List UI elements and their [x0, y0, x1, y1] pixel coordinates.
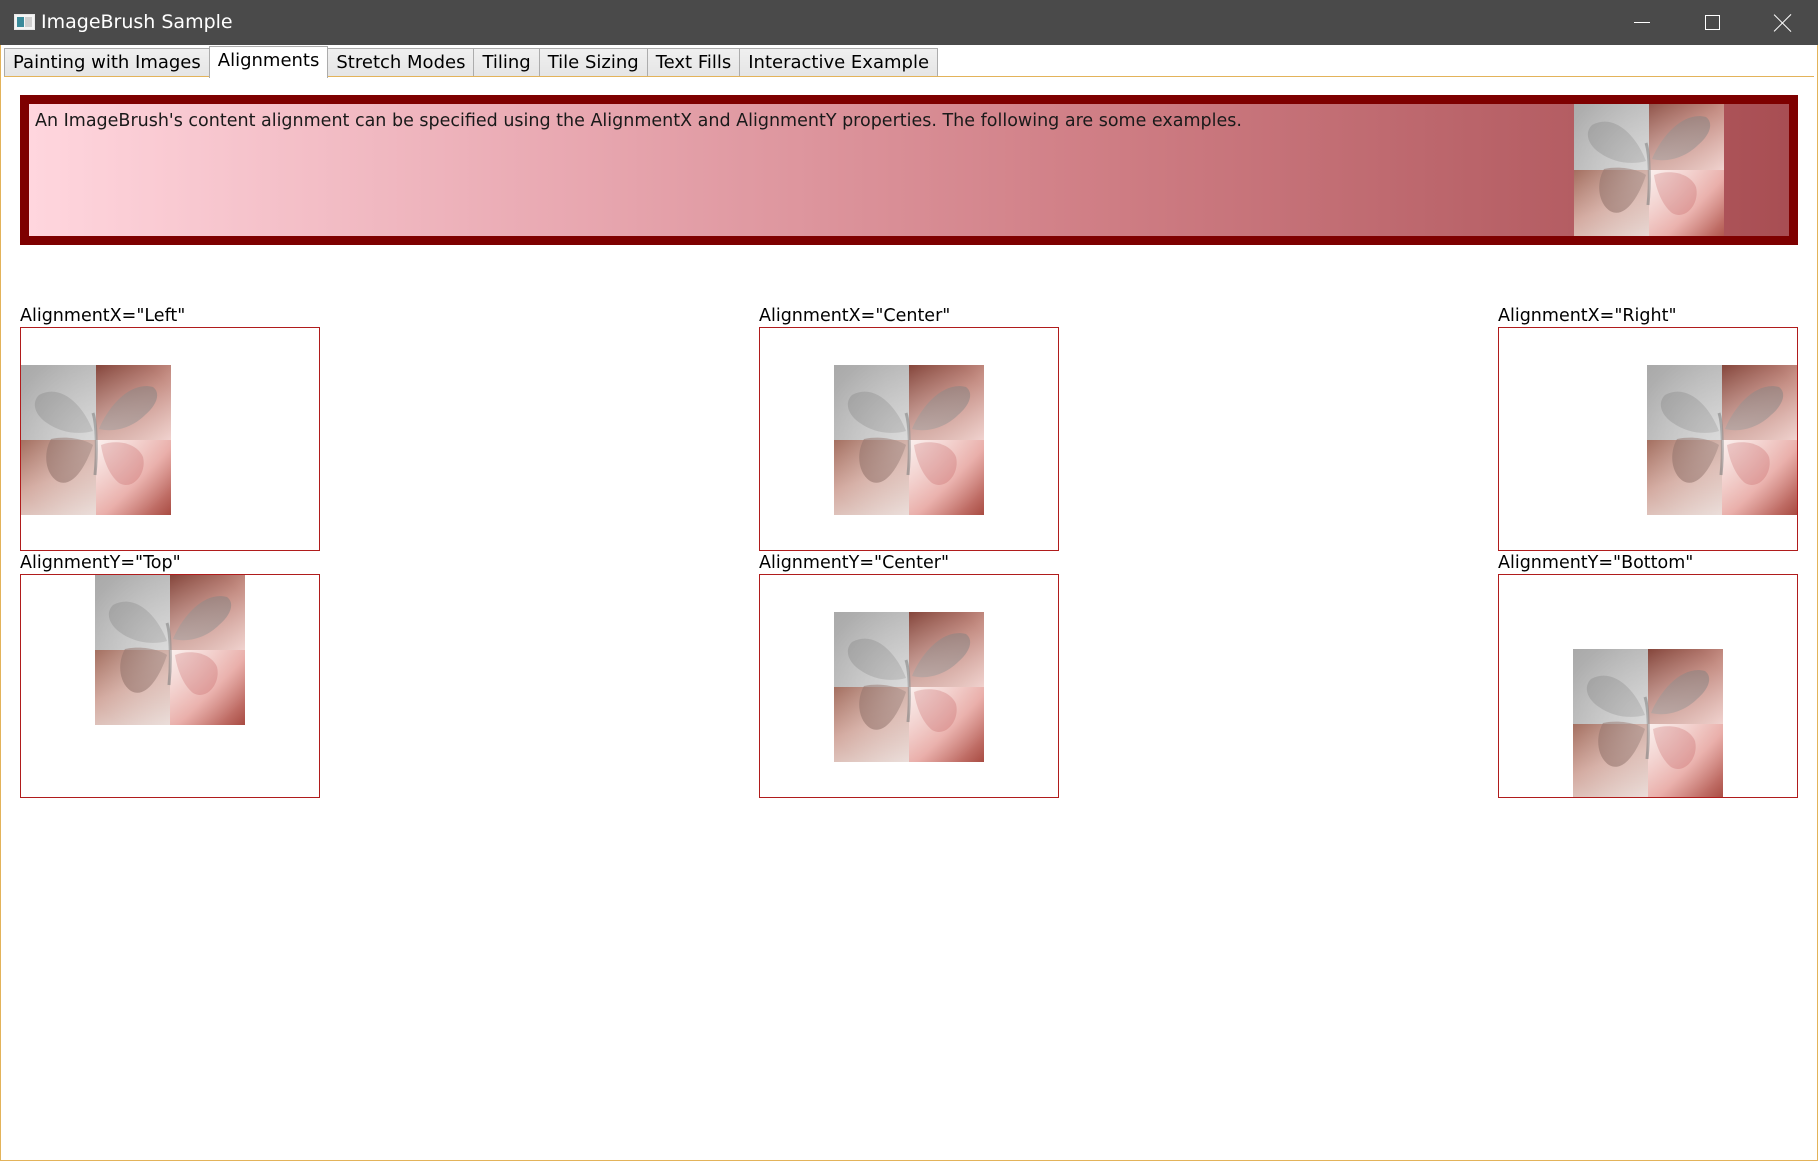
tab-strip: Painting with Images Alignments Stretch … — [4, 46, 939, 78]
close-button[interactable] — [1748, 0, 1818, 45]
maximize-button[interactable] — [1677, 0, 1747, 45]
example-box-alignx-right — [1498, 327, 1798, 551]
window-title: ImageBrush Sample — [41, 11, 233, 33]
example-label-alignx-center: AlignmentX="Center" — [759, 306, 951, 326]
title-bar[interactable]: ImageBrush Sample — [0, 0, 1818, 45]
banner-text: An ImageBrush's content alignment can be… — [35, 111, 1242, 131]
close-icon — [1774, 14, 1792, 32]
description-banner: An ImageBrush's content alignment can be… — [20, 95, 1798, 245]
tab-text-fills[interactable]: Text Fills — [646, 48, 741, 77]
butterfly-image — [834, 612, 984, 762]
example-label-aligny-top: AlignmentY="Top" — [20, 553, 181, 573]
example-box-aligny-center — [759, 574, 1059, 798]
example-box-alignx-center — [759, 327, 1059, 551]
example-label-alignx-left: AlignmentX="Left" — [20, 306, 186, 326]
butterfly-image — [1647, 365, 1797, 515]
example-box-aligny-top — [20, 574, 320, 798]
butterfly-image — [21, 365, 171, 515]
tab-interactive-example[interactable]: Interactive Example — [739, 48, 939, 77]
tab-painting-with-images[interactable]: Painting with Images — [4, 48, 210, 77]
example-box-alignx-left — [20, 327, 320, 551]
butterfly-image — [834, 365, 984, 515]
minimize-button[interactable] — [1607, 0, 1677, 45]
example-label-aligny-bottom: AlignmentY="Bottom" — [1498, 553, 1694, 573]
example-label-aligny-center: AlignmentY="Center" — [759, 553, 950, 573]
tab-tiling[interactable]: Tiling — [473, 48, 540, 77]
example-label-alignx-right: AlignmentX="Right" — [1498, 306, 1677, 326]
minimize-icon — [1634, 22, 1650, 23]
tab-stretch-modes[interactable]: Stretch Modes — [327, 48, 475, 77]
butterfly-image — [95, 575, 245, 725]
tab-alignments[interactable]: Alignments — [208, 46, 329, 78]
butterfly-image — [1573, 649, 1723, 797]
app-icon — [14, 14, 35, 30]
example-box-aligny-bottom — [1498, 574, 1798, 798]
tab-tile-sizing[interactable]: Tile Sizing — [538, 48, 648, 77]
maximize-icon — [1704, 15, 1720, 30]
butterfly-image — [1574, 104, 1724, 236]
